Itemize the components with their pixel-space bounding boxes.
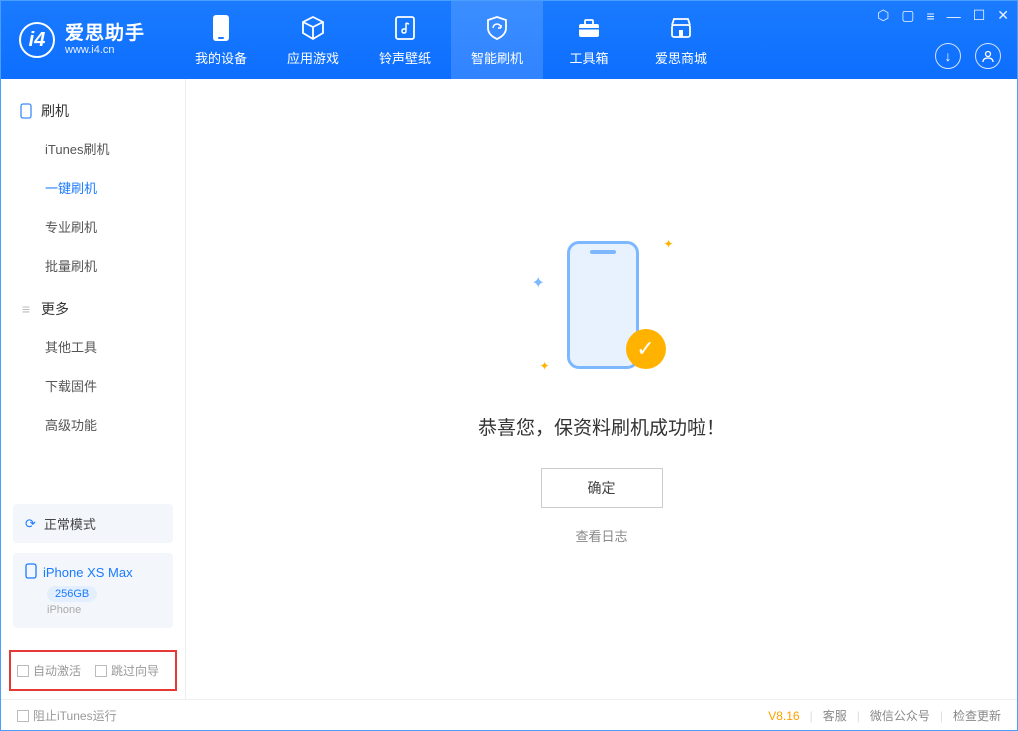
separator: | xyxy=(857,709,860,723)
shield-sync-icon xyxy=(483,14,511,42)
note-icon[interactable]: ▢ xyxy=(901,7,914,24)
sidebar-item-download-firmware[interactable]: 下载固件 xyxy=(1,366,185,405)
sparkle-icon: ✦ xyxy=(540,359,550,373)
success-message: 恭喜您，保资料刷机成功啦！ xyxy=(478,413,725,440)
checkbox-auto-activate[interactable]: 自动激活 xyxy=(17,662,81,679)
download-icon[interactable]: ↓ xyxy=(935,43,961,69)
tab-label: 铃声壁纸 xyxy=(379,48,431,67)
device-panel: ⟳ 正常模式 iPhone XS Max 256GB iPhone xyxy=(1,504,185,644)
tab-my-device[interactable]: 我的设备 xyxy=(175,1,267,79)
shirt-icon[interactable]: ⬡ xyxy=(877,7,889,24)
app-subtitle: www.i4.cn xyxy=(65,44,145,56)
tab-store[interactable]: 爱思商城 xyxy=(635,1,727,79)
sidebar-item-other-tools[interactable]: 其他工具 xyxy=(1,327,185,366)
window-controls: ⬡ ▢ ≡ — ☐ ✕ xyxy=(877,7,1009,24)
checkbox-icon xyxy=(17,710,29,722)
sidebar-header-label: 刷机 xyxy=(41,101,69,121)
user-icon[interactable] xyxy=(975,43,1001,69)
app-title: 爱思助手 xyxy=(65,24,145,45)
sidebar-header-more: ≡ 更多 xyxy=(1,291,185,327)
sparkle-icon: ✦ xyxy=(532,273,545,293)
sidebar-item-advanced[interactable]: 高级功能 xyxy=(1,405,185,444)
store-icon xyxy=(667,14,695,42)
ok-button[interactable]: 确定 xyxy=(541,468,663,508)
sidebar-section-more: ≡ 更多 其他工具 下载固件 高级功能 xyxy=(1,291,185,450)
phone-small-icon xyxy=(25,563,37,582)
sidebar-section-flash: 刷机 iTunes刷机 一键刷机 专业刷机 批量刷机 xyxy=(1,93,185,291)
body-area: 刷机 iTunes刷机 一键刷机 专业刷机 批量刷机 ≡ 更多 其他工具 下载固… xyxy=(1,79,1017,699)
tab-label: 应用游戏 xyxy=(287,48,339,67)
tab-apps[interactable]: 应用游戏 xyxy=(267,1,359,79)
toolbox-icon xyxy=(575,14,603,42)
nav-tabs: 我的设备 应用游戏 铃声壁纸 智能刷机 工具箱 爱思商城 xyxy=(175,1,727,79)
sparkle-icon: ✦ xyxy=(663,237,673,251)
maximize-button[interactable]: ☐ xyxy=(973,7,986,24)
sidebar-item-itunes-flash[interactable]: iTunes刷机 xyxy=(1,129,185,168)
tab-label: 我的设备 xyxy=(195,48,247,67)
tab-flash[interactable]: 智能刷机 xyxy=(451,1,543,79)
menu-icon[interactable]: ≡ xyxy=(927,8,935,24)
minimize-button[interactable]: — xyxy=(947,8,961,24)
checkbox-label: 阻止iTunes运行 xyxy=(33,707,117,724)
sidebar-item-batch-flash[interactable]: 批量刷机 xyxy=(1,246,185,285)
check-badge-icon: ✓ xyxy=(626,329,666,369)
tab-toolbox[interactable]: 工具箱 xyxy=(543,1,635,79)
device-name: iPhone XS Max xyxy=(43,565,133,580)
app-header: i4 爱思助手 www.i4.cn 我的设备 应用游戏 铃声壁纸 智能刷机 工具… xyxy=(1,1,1017,79)
options-highlight-box: 自动激活 跳过向导 xyxy=(9,650,177,691)
logo-icon: i4 xyxy=(19,22,55,58)
update-link[interactable]: 检查更新 xyxy=(953,707,1001,724)
device-mode: 正常模式 xyxy=(44,514,96,533)
music-file-icon xyxy=(391,14,419,42)
tab-label: 爱思商城 xyxy=(655,48,707,67)
list-icon: ≡ xyxy=(19,302,33,316)
sidebar-item-oneclick-flash[interactable]: 一键刷机 xyxy=(1,168,185,207)
tab-label: 工具箱 xyxy=(570,48,609,67)
separator: | xyxy=(940,709,943,723)
device-type: iPhone xyxy=(47,604,161,616)
device-info-box[interactable]: iPhone XS Max 256GB iPhone xyxy=(13,553,173,628)
sync-icon: ⟳ xyxy=(25,516,36,532)
cube-icon xyxy=(299,14,327,42)
logo-area: i4 爱思助手 www.i4.cn xyxy=(1,22,163,58)
tab-label: 智能刷机 xyxy=(471,48,523,67)
close-button[interactable]: ✕ xyxy=(997,7,1009,24)
checkbox-icon xyxy=(95,665,107,677)
device-mode-box[interactable]: ⟳ 正常模式 xyxy=(13,504,173,543)
success-illustration: ✦ ✦ ✦ ✓ xyxy=(532,233,672,383)
header-bottom-icons: ↓ xyxy=(935,43,1001,69)
logo-text: 爱思助手 www.i4.cn xyxy=(65,24,145,57)
checkbox-label: 跳过向导 xyxy=(111,662,159,679)
device-capacity: 256GB xyxy=(47,586,97,602)
sidebar-header-label: 更多 xyxy=(41,299,69,319)
checkbox-skip-guide[interactable]: 跳过向导 xyxy=(95,662,159,679)
tab-ringtones[interactable]: 铃声壁纸 xyxy=(359,1,451,79)
device-name-row: iPhone XS Max xyxy=(25,563,161,582)
main-content: ✦ ✦ ✦ ✓ 恭喜您，保资料刷机成功啦！ 确定 查看日志 xyxy=(186,79,1017,699)
version-label: V8.16 xyxy=(768,709,799,723)
checkbox-block-itunes[interactable]: 阻止iTunes运行 xyxy=(17,707,117,724)
footer: 阻止iTunes运行 V8.16 | 客服 | 微信公众号 | 检查更新 xyxy=(1,699,1017,731)
checkbox-label: 自动激活 xyxy=(33,662,81,679)
sidebar-header-flash: 刷机 xyxy=(1,93,185,129)
sidebar-item-pro-flash[interactable]: 专业刷机 xyxy=(1,207,185,246)
support-link[interactable]: 客服 xyxy=(823,707,847,724)
separator: | xyxy=(810,709,813,723)
view-log-link[interactable]: 查看日志 xyxy=(575,526,627,545)
checkbox-icon xyxy=(17,665,29,677)
phone-icon xyxy=(19,104,33,118)
wechat-link[interactable]: 微信公众号 xyxy=(870,707,930,724)
footer-right: V8.16 | 客服 | 微信公众号 | 检查更新 xyxy=(768,707,1001,724)
sidebar: 刷机 iTunes刷机 一键刷机 专业刷机 批量刷机 ≡ 更多 其他工具 下载固… xyxy=(1,79,186,699)
device-icon xyxy=(207,14,235,42)
